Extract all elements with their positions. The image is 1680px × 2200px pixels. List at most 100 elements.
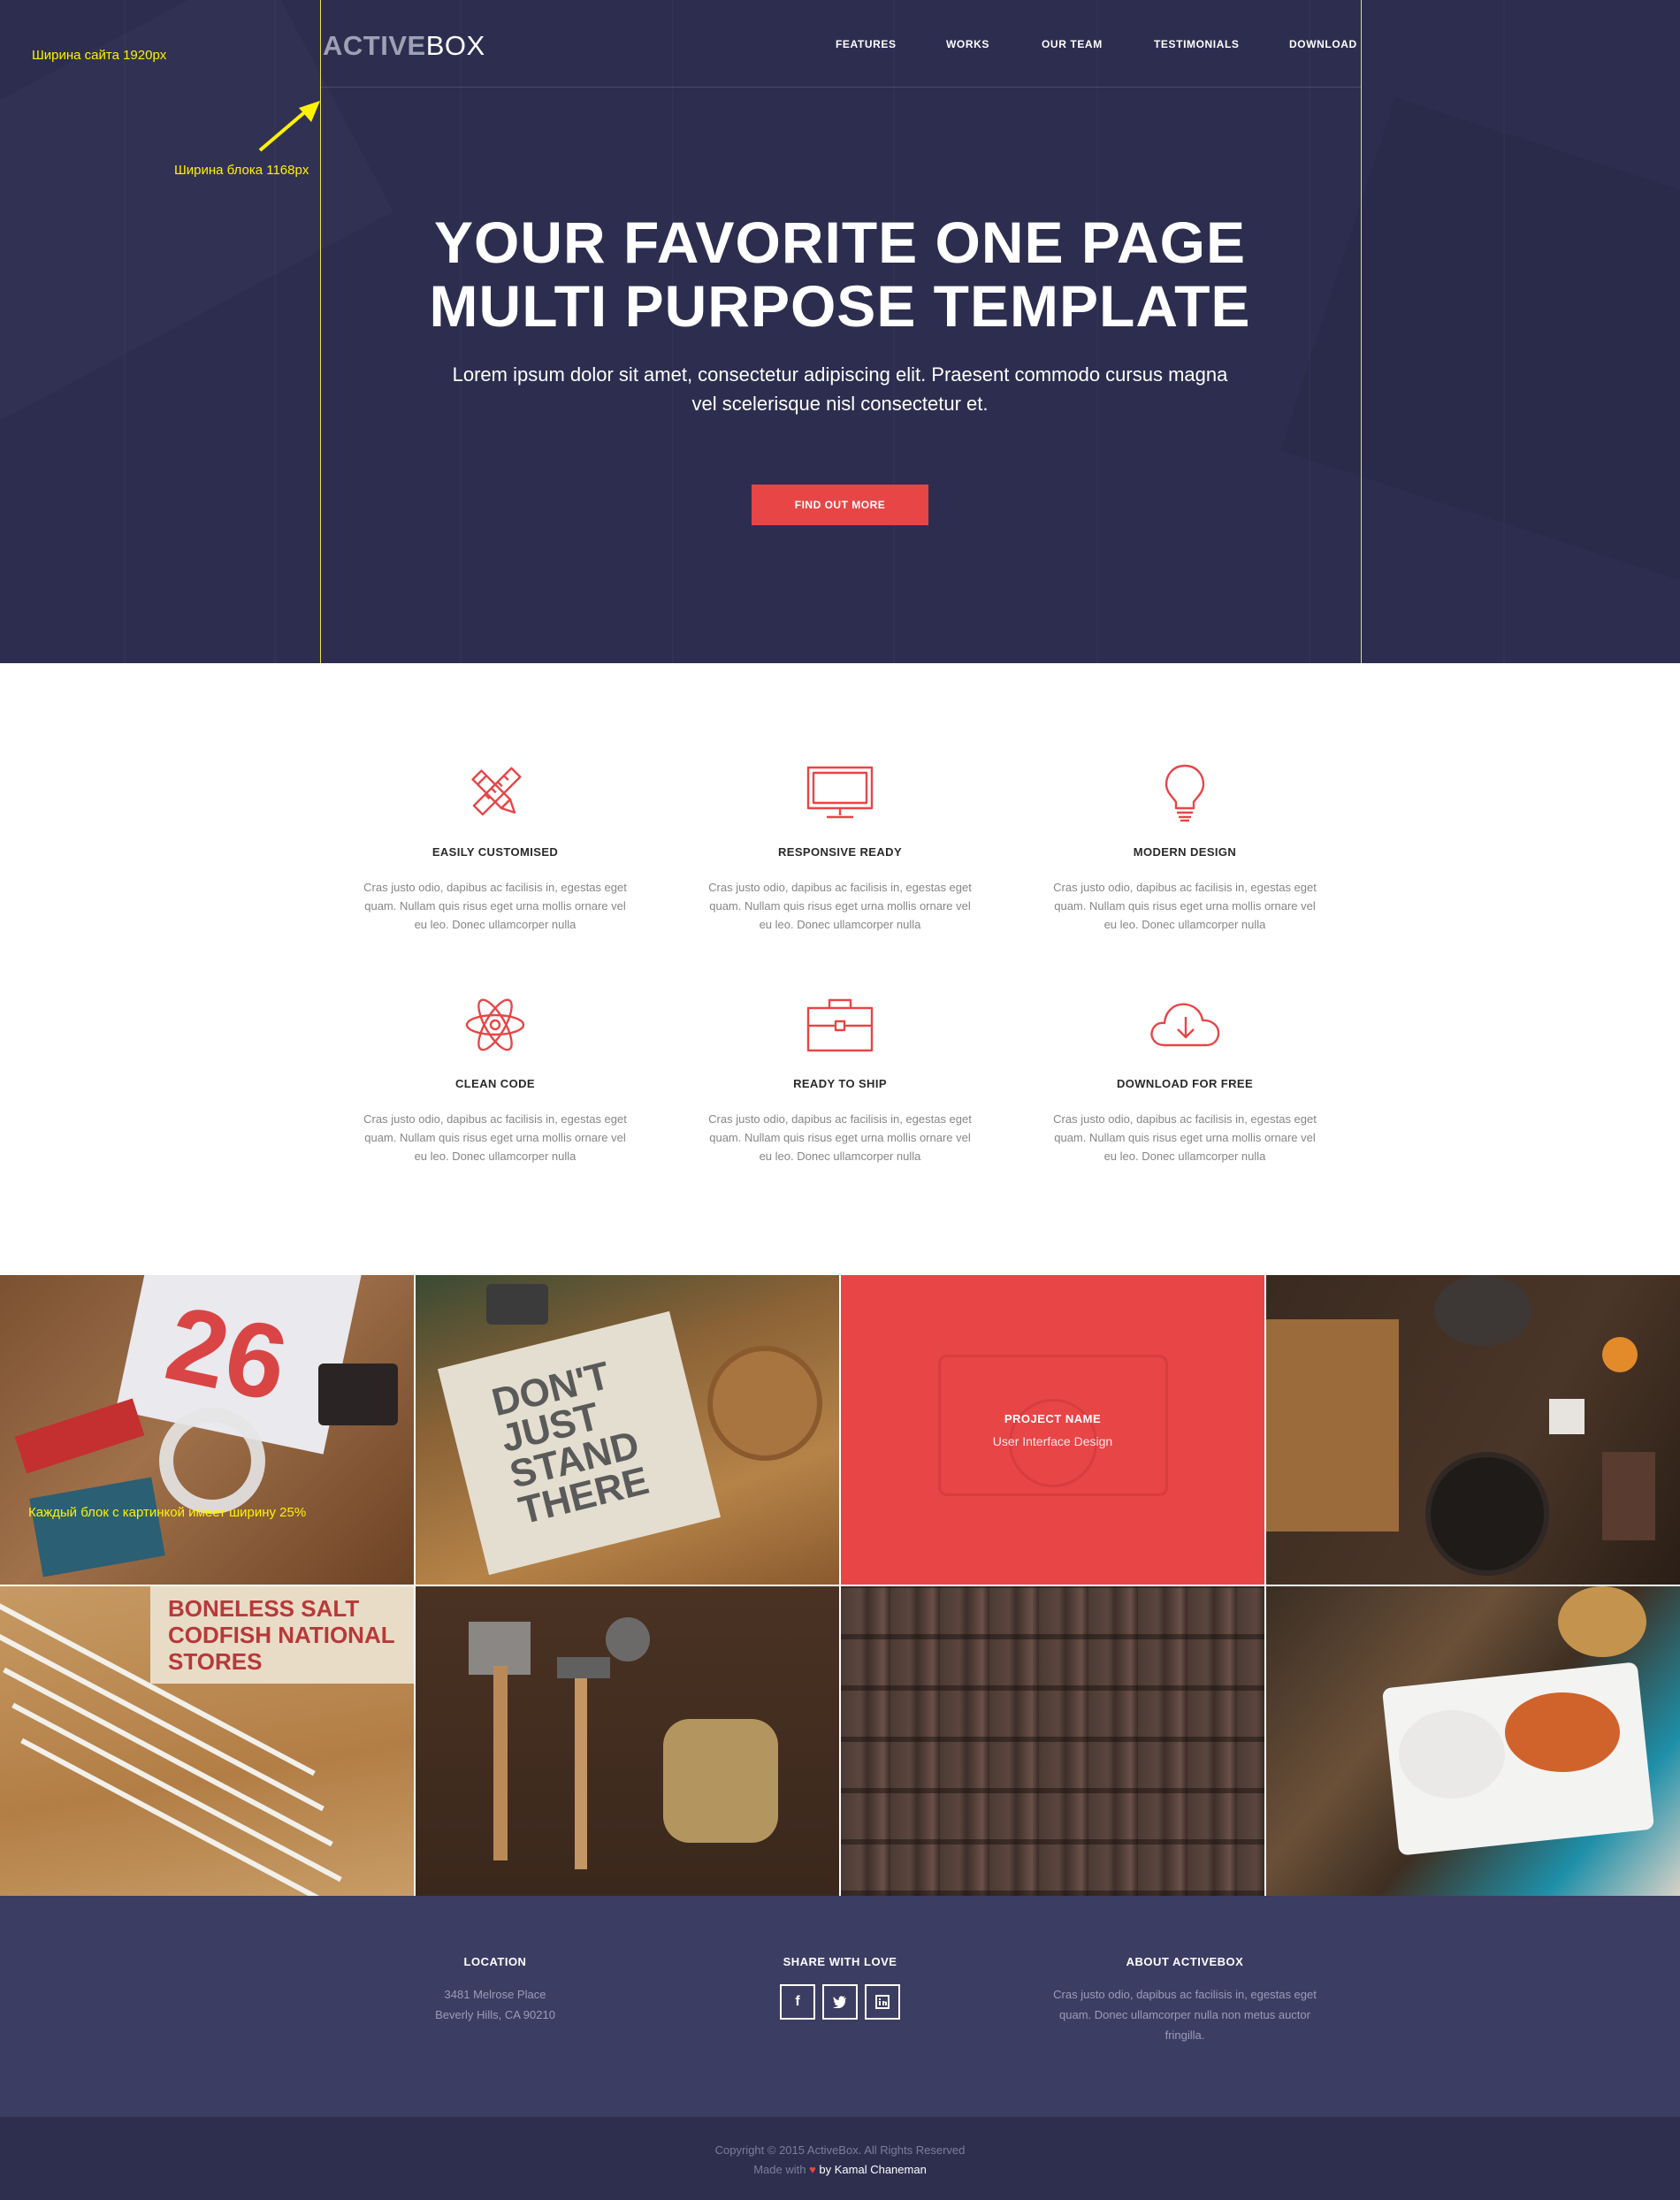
feature-title: MODERN DESIGN	[1133, 845, 1237, 859]
nav-works[interactable]: WORKS	[946, 38, 989, 50]
footer-location: LOCATION 3481 Melrose Place Beverly Hill…	[336, 1955, 654, 2025]
address-line1: 3481 Melrose Place	[444, 1988, 546, 2001]
work-tile[interactable]	[1266, 1275, 1680, 1585]
footer-address: 3481 Melrose Place Beverly Hills, CA 902…	[336, 1984, 654, 2025]
wood-plank-line	[1503, 0, 1505, 663]
footer-share: SHARE WITH LOVE f	[681, 1955, 999, 2020]
logo[interactable]: ACTIVEBOX	[323, 30, 485, 62]
sign-lettering: BONELESS SALT CODFISH NATIONAL STORES	[168, 1595, 395, 1675]
made-with-text: Made with ♥ by Kamal Chaneman	[0, 2163, 1680, 2176]
feature-item: RESPONSIVE READY Cras justo odio, dapibu…	[699, 762, 981, 934]
work-tile[interactable]: DON'T JUST STAND THERE	[416, 1275, 839, 1585]
about-line2: quam. Donec ullamcorper nulla non metus …	[1059, 2008, 1310, 2021]
copyright-text: Copyright © 2015 ActiveBox. All Rights R…	[714, 2143, 966, 2157]
glove-shape	[663, 1719, 778, 1843]
work-tile[interactable]: BONELESS SALT CODFISH NATIONAL STORES	[0, 1586, 414, 1896]
heart-icon: ♥	[809, 2163, 816, 2176]
feature-text: Cras justo odio, dapibus ac facilisis in…	[363, 881, 627, 931]
salt-bowl-shape	[1549, 1399, 1585, 1434]
lightbulb-icon	[1165, 764, 1205, 822]
project-name: PROJECT NAME	[1004, 1412, 1102, 1425]
wood-plank-line	[124, 0, 126, 663]
book-shape	[29, 1477, 165, 1577]
pipe-shape	[486, 1284, 548, 1325]
feature-title: EASILY CUSTOMISED	[431, 845, 559, 859]
features-section: EASILY CUSTOMISED Cras justo odio, dapib…	[0, 663, 1680, 1275]
hero-title-line1: YOUR FAVORITE ONE PAGE	[434, 210, 1246, 275]
copyright-bar: Copyright © 2015 ActiveBox. All Rights R…	[0, 2117, 1680, 2200]
pencil-ruler-icon	[471, 767, 522, 816]
cloud-download-icon	[1150, 1003, 1220, 1047]
work-tile[interactable]	[1266, 1586, 1680, 1896]
annotation-arrow-icon	[258, 101, 320, 152]
hero-title-line2: MULTI PURPOSE TEMPLATE	[429, 273, 1251, 339]
feature-title: RESPONSIVE READY	[777, 845, 903, 859]
coaster-shape	[707, 1346, 822, 1461]
feature-item: CLEAN CODE Cras justo odio, dapibus ac f…	[354, 994, 637, 1165]
footer-about-title: ABOUT ACTIVEBOX	[1126, 1955, 1244, 1968]
feature-text: Cras justo odio, dapibus ac facilisis in…	[1053, 881, 1317, 931]
author-link[interactable]: by Kamal Chaneman	[819, 2163, 926, 2176]
address-line2: Beverly Hills, CA 90210	[435, 2008, 555, 2021]
hero-section: ACTIVEBOX FEATURES WORKS OUR TEAM TESTIM…	[0, 0, 1680, 663]
feature-text: Cras justo odio, dapibus ac facilisis in…	[363, 1112, 627, 1163]
feature-item: EASILY CUSTOMISED Cras justo odio, dapib…	[354, 762, 637, 934]
feature-item: MODERN DESIGN Cras justo odio, dapibus a…	[1043, 762, 1326, 934]
feature-title: CLEAN CODE	[455, 1077, 535, 1090]
nav-features[interactable]: FEATURES	[836, 38, 897, 50]
camera-shape	[318, 1364, 398, 1425]
main-nav: FEATURES WORKS OUR TEAM TESTIMONIALS DOW…	[822, 38, 1362, 56]
cutting-board-shape	[1266, 1319, 1399, 1532]
annotation-tile-width: Каждый блок с картинкой имеет ширину 25%	[28, 1505, 307, 1520]
hero-lead-line2: vel scelerisque nisl consectetur et.	[691, 393, 989, 415]
type-case-dividers	[841, 1586, 1264, 1896]
logo-bold-text: ACTIVE	[323, 30, 426, 61]
annotation-block-width: Ширина блока 1168px	[174, 163, 309, 178]
twitter-icon[interactable]	[822, 1984, 858, 2020]
find-out-more-button[interactable]: FIND OUT MORE	[752, 485, 928, 525]
nav-download[interactable]: DOWNLOAD	[1289, 38, 1357, 50]
hammer-head-shape	[557, 1657, 610, 1678]
hero-lead: Lorem ipsum dolor sit amet, consectetur …	[416, 360, 1264, 418]
social-links: f	[681, 1984, 999, 2020]
works-grid: 26 Каждый блок с картинкой имеет ширину …	[0, 1275, 1680, 1896]
hero-lead-line1: Lorem ipsum dolor sit amet, consectetur …	[452, 363, 1228, 386]
nav-testimonials[interactable]: TESTIMONIALS	[1154, 38, 1240, 50]
made-with-label: Made with	[753, 2163, 806, 2176]
feature-title: DOWNLOAD FOR FREE	[1116, 1077, 1254, 1090]
work-tile[interactable]: 26 Каждый блок с картинкой имеет ширину …	[0, 1275, 414, 1585]
footer-share-title: SHARE WITH LOVE	[783, 1955, 897, 1968]
feature-text: Cras justo odio, dapibus ac facilisis in…	[708, 1112, 972, 1163]
feature-title: READY TO SHIP	[793, 1077, 887, 1090]
footer: LOCATION 3481 Melrose Place Beverly Hill…	[0, 1896, 1680, 2117]
hero-title: YOUR FAVORITE ONE PAGE MULTI PURPOSE TEM…	[354, 210, 1326, 338]
header-divider	[320, 87, 1362, 88]
axe-handle-shape	[493, 1666, 508, 1860]
project-type: User Interface Design	[992, 1434, 1113, 1448]
linkedin-icon[interactable]	[865, 1984, 900, 2020]
hammer-handle-shape	[575, 1666, 587, 1869]
food-shape	[1505, 1692, 1620, 1772]
logo-light-text: BOX	[425, 30, 485, 61]
work-tile-active[interactable]: PROJECT NAME User Interface Design	[841, 1275, 1264, 1585]
atom-icon	[465, 998, 525, 1051]
background-texture	[0, 0, 393, 427]
footer-about-text: Cras justo odio, dapibus ac facilisis in…	[1026, 1984, 1344, 2045]
pennant-shape	[14, 1398, 145, 1474]
nav-our-team[interactable]: OUR TEAM	[1042, 38, 1103, 50]
mortar-shape	[1434, 1275, 1531, 1346]
briefcase-icon	[806, 998, 874, 1052]
work-tile[interactable]	[416, 1586, 839, 1896]
about-line3: fringilla.	[1165, 2028, 1205, 2042]
feature-item: READY TO SHIP Cras justo odio, dapibus a…	[699, 994, 981, 1165]
pan-shape	[1425, 1452, 1549, 1576]
about-line1: Cras justo odio, dapibus ac facilisis in…	[1053, 1988, 1317, 2001]
monitor-icon	[806, 766, 874, 819]
footer-about: ABOUT ACTIVEBOX Cras justo odio, dapibus…	[1026, 1955, 1344, 2045]
cream-shape	[1399, 1710, 1505, 1799]
footer-location-title: LOCATION	[463, 1955, 527, 1968]
work-tile[interactable]	[841, 1586, 1264, 1896]
feature-text: Cras justo odio, dapibus ac facilisis in…	[1053, 1112, 1317, 1163]
facebook-icon[interactable]: f	[780, 1984, 815, 2020]
background-texture	[1279, 96, 1680, 593]
